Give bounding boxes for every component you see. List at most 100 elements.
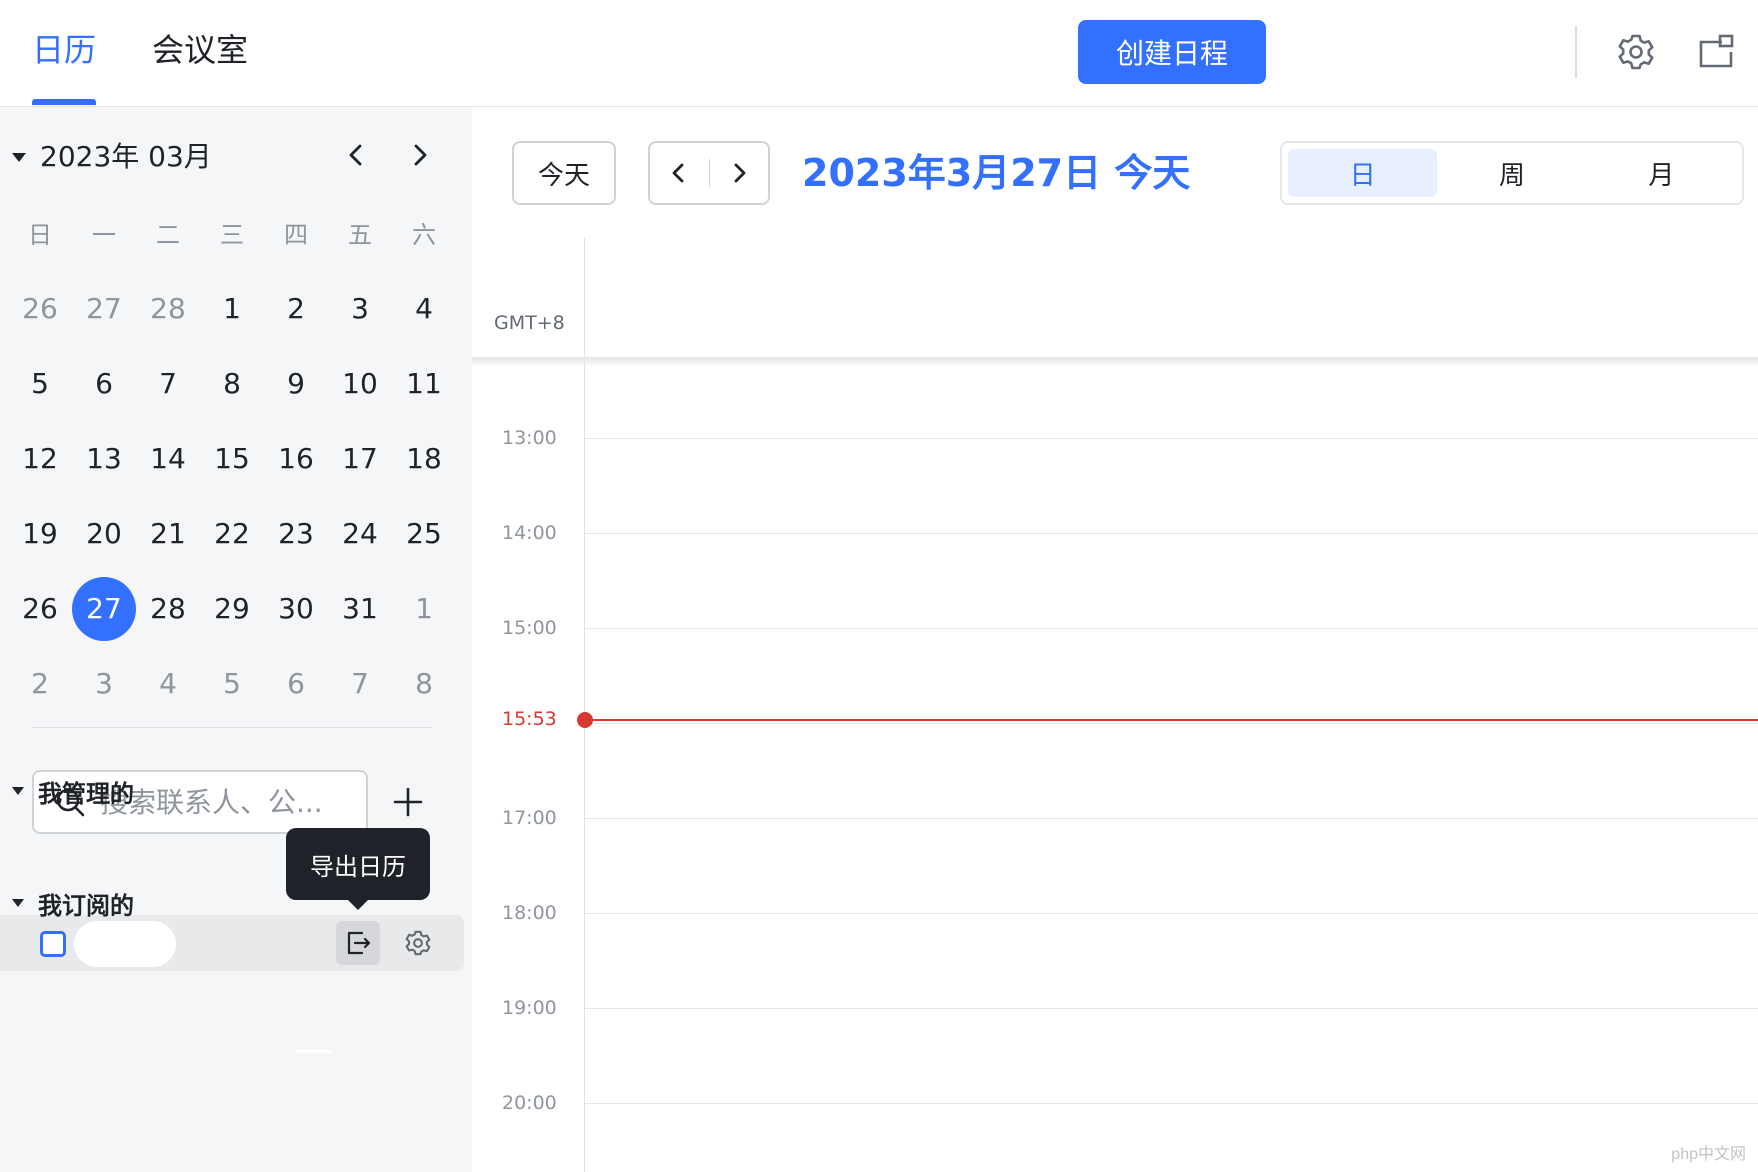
calendar-item[interactable] [0,915,464,971]
mini-calendar-day[interactable]: 6 [72,346,136,421]
add-calendar-button[interactable] [386,780,430,824]
mini-calendar-day[interactable]: 27 [72,271,136,346]
mini-calendar-day[interactable]: 5 [200,646,264,721]
hour-label: 13:00 [502,427,557,449]
calendar-app: 日历 会议室 创建日程 2023年 03月 日一 二 三 四 五 六 26 27… [0,0,1758,1172]
group-subscribed[interactable]: 我订阅的 [12,885,134,921]
tab-calendar[interactable]: 日历 [32,28,96,72]
today-button[interactable]: 今天 [512,141,616,205]
current-date-title: 2023年3月27日 今天 [802,151,1191,195]
day-number: 23 [278,517,314,550]
mini-calendar-day[interactable]: 25 [392,496,456,571]
calendar-settings-button[interactable] [396,921,440,965]
view-day[interactable]: 日 [1288,149,1438,197]
mini-calendar-day[interactable]: 8 [200,346,264,421]
mini-calendar-day[interactable]: 30 [264,571,328,646]
window-icon[interactable] [1692,28,1740,76]
mini-calendar-day[interactable]: 20 [72,496,136,571]
day-number: 6 [287,667,305,700]
calendar-checkbox[interactable] [40,931,66,957]
top-bar: 日历 会议室 创建日程 [0,0,1758,107]
mini-calendar-day[interactable]: 6 [264,646,328,721]
mini-calendar-day[interactable]: 21 [136,496,200,571]
day-number: 3 [95,667,113,700]
mini-calendar-day[interactable]: 8 [392,646,456,721]
day-number: 2 [287,292,305,325]
mini-calendar-day[interactable]: 9 [264,346,328,421]
day-number: 6 [95,367,113,400]
watermark: php中文网 [1671,1146,1746,1163]
all-day-separator [472,357,1758,367]
mini-calendar-day[interactable]: 26 [8,571,72,646]
mini-calendar-day[interactable]: 4 [136,646,200,721]
day-number: 16 [278,442,314,475]
mini-calendar-day[interactable]: 1 [392,571,456,646]
day-number: 21 [150,517,186,550]
day-number: 24 [342,517,378,550]
next-day-button[interactable] [709,143,768,203]
mini-calendar-day[interactable]: 3 [328,271,392,346]
mini-calendar-day[interactable]: 10 [328,346,392,421]
mini-calendar-day[interactable]: 26 [8,271,72,346]
mini-calendar-day-today[interactable]: 27 [72,571,136,646]
mini-calendar-day[interactable]: 7 [136,346,200,421]
view-month[interactable]: 月 [1587,149,1736,197]
prev-day-button[interactable] [650,143,709,203]
mini-calendar-day[interactable]: 16 [264,421,328,496]
plus-icon [393,787,423,817]
mini-calendar-day[interactable]: 17 [328,421,392,496]
mini-calendar-header[interactable]: 2023年 03月 [12,137,212,177]
hour-gridline [585,628,1758,629]
mini-calendar-day[interactable]: 2 [264,271,328,346]
chevron-left-icon [672,163,684,183]
mini-calendar-day[interactable]: 13 [72,421,136,496]
day-number: 15 [214,442,250,475]
weekday-label: 一 [92,221,116,249]
mini-calendar-day[interactable]: 12 [8,421,72,496]
tab-meeting-rooms[interactable]: 会议室 [152,28,248,72]
hour-label: 14:00 [502,522,557,544]
collapse-caret-icon [12,787,24,795]
mini-calendar-day[interactable]: 29 [200,571,264,646]
sidebar-divider [32,727,432,728]
search-input[interactable] [100,785,340,819]
mini-calendar-day[interactable]: 7 [328,646,392,721]
view-week[interactable]: 周 [1437,149,1586,197]
mini-calendar-day[interactable]: 28 [136,571,200,646]
weekday-label: 二 [156,221,180,249]
group-managed[interactable]: 我管理的 [12,773,134,809]
mini-calendar-day[interactable]: 11 [392,346,456,421]
export-calendar-button[interactable] [336,921,380,965]
mini-calendar-day[interactable]: 5 [8,346,72,421]
mini-calendar-day[interactable]: 14 [136,421,200,496]
mini-calendar-day[interactable]: 28 [136,271,200,346]
placeholder-dash [296,1050,332,1053]
mini-calendar-day[interactable]: 24 [328,496,392,571]
mini-calendar-day[interactable]: 15 [200,421,264,496]
mini-calendar-day[interactable]: 3 [72,646,136,721]
group-subscribed-label: 我订阅的 [38,891,134,920]
mini-calendar-day[interactable]: 4 [392,271,456,346]
gear-icon[interactable] [1612,28,1660,76]
mini-calendar-day[interactable]: 1 [200,271,264,346]
mini-calendar-grid: 26 27 28 1 2 3 4 5 6 7 8 9 10 11 12 13 14 15 16 17 18 19 20 21 2… [8,271,456,721]
collapse-caret-icon [12,152,26,162]
hour-label: 15:00 [502,617,557,639]
day-number: 27 [86,292,122,325]
mini-calendar-day[interactable]: 31 [328,571,392,646]
mini-calendar-day[interactable]: 23 [264,496,328,571]
day-number: 22 [214,517,250,550]
mini-calendar-day[interactable]: 22 [200,496,264,571]
hour-gridline [585,533,1758,534]
mini-calendar-day[interactable]: 19 [8,496,72,571]
day-number: 25 [406,517,442,550]
mini-calendar-day[interactable]: 18 [392,421,456,496]
day-number: 3 [351,292,369,325]
mini-calendar-day[interactable]: 2 [8,646,72,721]
prev-month-button[interactable] [336,135,376,175]
create-event-button[interactable]: 创建日程 [1078,20,1266,84]
hour-gridline [585,438,1758,439]
next-month-button[interactable] [400,135,440,175]
day-number: 1 [223,292,241,325]
day-number: 4 [415,292,433,325]
